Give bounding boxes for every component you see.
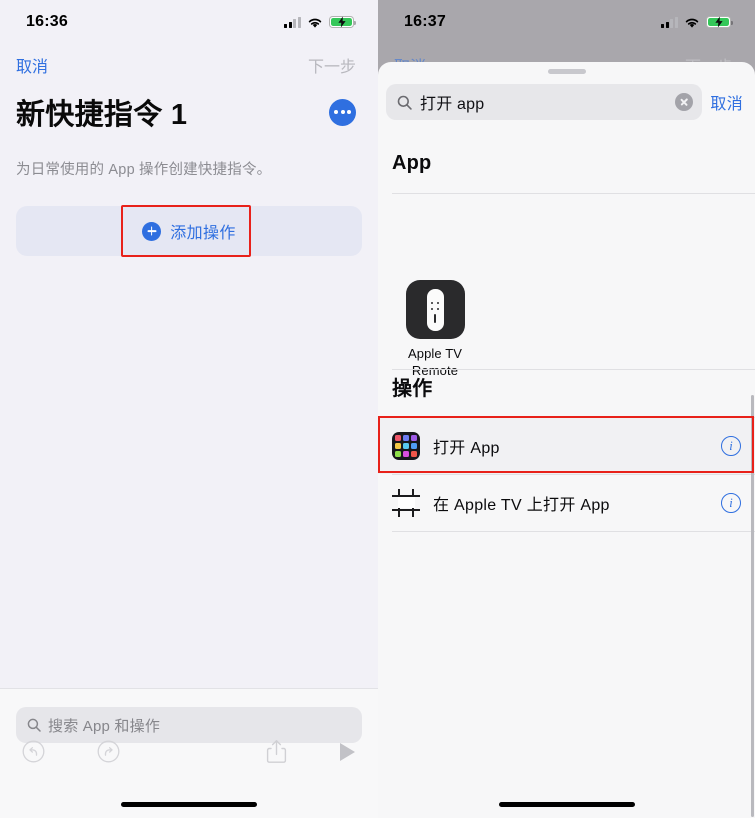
wifi-icon	[684, 16, 700, 28]
left-bottom-bar: 搜索 App 和操作	[0, 688, 378, 818]
app-grid-icon	[392, 432, 420, 460]
search-value: 打开 app	[420, 96, 485, 113]
left-phone-panel: 16:36 取消 下一步 新快捷指令 1 为日常使用的 App 操作创建快捷指令…	[0, 0, 378, 818]
apple-tv-remote-app-icon	[405, 280, 465, 339]
page-title: 新快捷指令 1	[16, 99, 188, 131]
add-action-card[interactable]: 添加操作	[16, 206, 362, 256]
divider	[392, 531, 755, 532]
battery-charging-icon	[706, 15, 734, 29]
add-action-label: 添加操作	[170, 225, 236, 242]
divider	[392, 193, 755, 194]
divider	[392, 369, 755, 370]
page-subtitle: 为日常使用的 App 操作创建快捷指令。	[16, 162, 272, 178]
redo-icon[interactable]	[97, 740, 120, 768]
scrollbar[interactable]	[751, 395, 754, 817]
action-row-open-app[interactable]: 打开 App i	[378, 418, 755, 474]
app-tile-apple-tv-remote[interactable]: Apple TV Remote	[392, 280, 478, 380]
cellular-bars-icon	[661, 16, 678, 28]
bottom-toolbar	[0, 732, 378, 776]
home-indicator	[121, 802, 257, 807]
action-row-open-app-on-apple-tv[interactable]: 在 Apple TV 上打开 App i	[378, 475, 755, 531]
right-phone-panel: 16:37 取消 下一步	[378, 0, 755, 818]
section-header-actions: 操作	[392, 378, 433, 400]
status-bar: 16:37	[378, 0, 755, 44]
plus-circle-icon	[142, 221, 162, 241]
play-icon[interactable]	[339, 742, 356, 767]
clear-circle-icon[interactable]	[675, 93, 694, 111]
info-icon[interactable]: i	[721, 493, 741, 513]
nav-bar: 取消 下一步	[0, 44, 378, 86]
section-header-app: App	[392, 152, 432, 174]
status-bar: 16:36	[0, 0, 378, 44]
search-input[interactable]: 打开 app	[386, 84, 703, 120]
share-icon[interactable]	[266, 739, 287, 769]
undo-icon[interactable]	[22, 740, 45, 768]
home-indicator	[498, 802, 635, 807]
status-time: 16:37	[404, 13, 446, 30]
cancel-button[interactable]: 取消	[16, 53, 48, 77]
cellular-bars-icon	[284, 16, 301, 28]
action-row-label: 打开 App	[433, 440, 500, 457]
add-action-button[interactable]: 添加操作	[142, 219, 236, 243]
search-icon	[27, 718, 41, 732]
next-button[interactable]: 下一步	[308, 53, 356, 77]
info-icon[interactable]: i	[721, 436, 741, 456]
screenshot-stage: 16:36 取消 下一步 新快捷指令 1 为日常使用的 App 操作创建快捷指令…	[0, 0, 755, 818]
search-cancel-button[interactable]: 取消	[710, 90, 747, 114]
action-picker-sheet: 打开 app 取消 App Apple TV Remote 操作 打开 App …	[378, 62, 755, 818]
sheet-search-row: 打开 app 取消	[386, 83, 747, 121]
action-row-label: 在 Apple TV 上打开 App	[433, 497, 610, 514]
status-time: 16:36	[26, 13, 68, 30]
title-row: 新快捷指令 1	[0, 86, 378, 138]
status-icons	[284, 15, 357, 29]
apple-tv-frame-icon	[392, 489, 420, 517]
battery-charging-icon	[329, 15, 357, 29]
sheet-grabber[interactable]	[547, 69, 586, 74]
search-icon	[397, 95, 412, 110]
status-icons	[661, 15, 734, 29]
wifi-icon	[307, 16, 323, 28]
more-ellipsis-icon[interactable]	[329, 98, 356, 126]
